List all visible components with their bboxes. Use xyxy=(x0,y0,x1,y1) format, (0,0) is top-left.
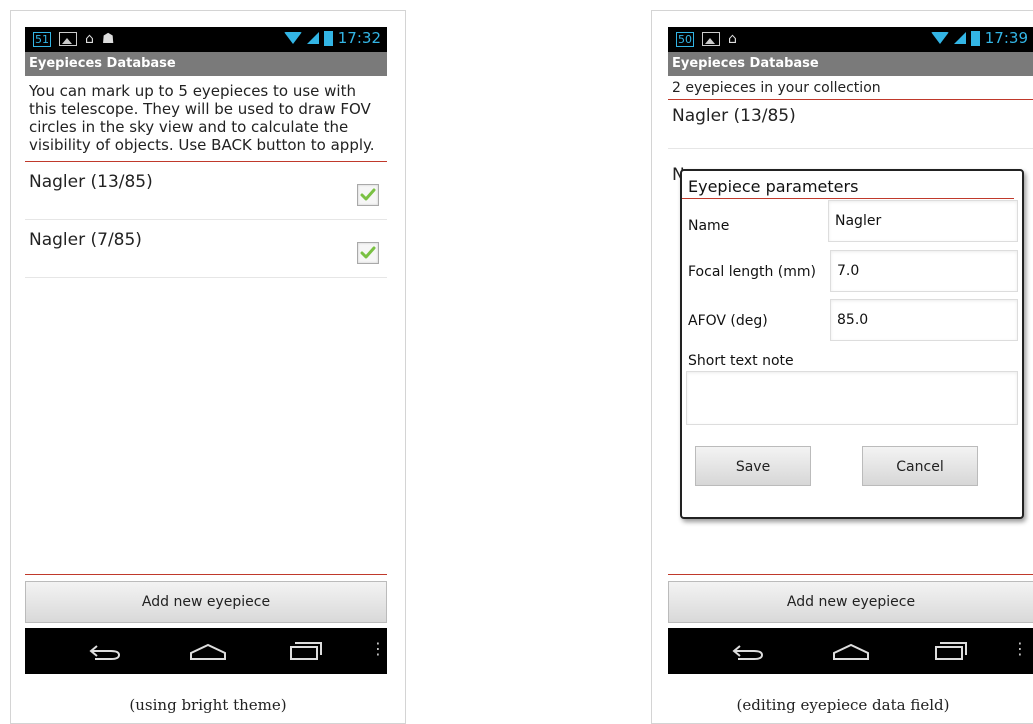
name-label: Name xyxy=(688,218,730,234)
notification-count: 51 xyxy=(33,31,51,47)
afov-field-row: AFOV (deg) 85.0 xyxy=(686,299,1018,343)
image-icon xyxy=(59,32,77,46)
android-icon: ☗ xyxy=(101,31,115,47)
navigation-bar: ⋮ xyxy=(25,628,387,674)
signal-icon xyxy=(306,32,319,44)
home-icon: ⌂ xyxy=(728,31,737,47)
cancel-button[interactable]: Cancel xyxy=(862,446,978,486)
save-button[interactable]: Save xyxy=(695,446,811,486)
status-bar: 50 ⌂ 17:39 xyxy=(668,27,1033,52)
back-icon[interactable] xyxy=(87,642,123,666)
navigation-bar: ⋮ xyxy=(668,628,1033,674)
wifi-icon xyxy=(930,32,949,44)
name-input[interactable]: Nagler xyxy=(828,200,1018,242)
recent-apps-icon[interactable] xyxy=(934,641,968,665)
add-eyepiece-button[interactable]: Add new eyepiece xyxy=(668,581,1033,623)
list-item[interactable]: Nagler (7/85) xyxy=(25,220,387,278)
caption: (editing eyepiece data field) xyxy=(736,696,950,714)
divider xyxy=(25,574,387,575)
home-nav-icon[interactable] xyxy=(189,643,227,665)
focal-length-input[interactable]: 7.0 xyxy=(830,250,1018,292)
eyepiece-label: Nagler (13/85) xyxy=(29,172,153,192)
eyepiece-label: Nagler (13/85) xyxy=(672,106,796,126)
home-nav-icon[interactable] xyxy=(832,643,870,665)
checkmark-icon xyxy=(360,188,376,201)
focal-length-label: Focal length (mm) xyxy=(688,264,817,280)
app-title: Eyepieces Database xyxy=(668,52,1033,76)
add-eyepiece-button[interactable]: Add new eyepiece xyxy=(25,581,387,623)
clock: 17:39 xyxy=(984,29,1028,47)
intro-text: You can mark up to 5 eyepieces to use wi… xyxy=(29,82,375,154)
checkmark-icon xyxy=(360,246,376,259)
collection-count: 2 eyepieces in your collection xyxy=(672,80,881,96)
home-icon: ⌂ xyxy=(85,31,94,47)
battery-icon xyxy=(323,30,333,46)
list-item[interactable]: Nagler (13/85) xyxy=(668,100,1033,149)
back-icon[interactable] xyxy=(730,642,766,666)
notification-count: 50 xyxy=(676,31,694,47)
clock: 17:32 xyxy=(337,29,381,47)
eyepiece-parameters-dialog: Eyepiece parameters Name Nagler Focal le… xyxy=(680,169,1024,519)
note-label: Short text note xyxy=(688,353,794,369)
divider xyxy=(668,574,1033,575)
phone-screen-bright: 51 ⌂ ☗ 17:32 Eyepieces Database You can … xyxy=(25,27,387,687)
image-icon xyxy=(702,32,720,46)
note-textarea[interactable] xyxy=(686,371,1018,425)
eyepiece-checkbox[interactable] xyxy=(357,242,379,264)
afov-label: AFOV (deg) xyxy=(688,313,768,329)
right-screenshot-panel: 50 ⌂ 17:39 Eyepieces Database 2 eyepiece… xyxy=(651,10,1033,724)
app-title: Eyepieces Database xyxy=(25,52,387,76)
afov-input[interactable]: 85.0 xyxy=(830,299,1018,341)
caption: (using bright theme) xyxy=(129,696,287,714)
eyepiece-checkbox[interactable] xyxy=(357,184,379,206)
menu-icon[interactable]: ⋮ xyxy=(370,639,386,658)
phone-screen-editing: 50 ⌂ 17:39 Eyepieces Database 2 eyepiece… xyxy=(668,27,1033,687)
recent-apps-icon[interactable] xyxy=(289,641,323,665)
dialog-title: Eyepiece parameters xyxy=(682,171,1014,199)
name-field-row: Name Nagler xyxy=(686,200,1018,244)
status-bar: 51 ⌂ ☗ 17:32 xyxy=(25,27,387,52)
list-item[interactable]: Nagler (13/85) xyxy=(25,162,387,220)
menu-icon[interactable]: ⋮ xyxy=(1012,639,1028,658)
battery-icon xyxy=(970,30,980,46)
wifi-icon xyxy=(283,32,302,44)
focal-length-field-row: Focal length (mm) 7.0 xyxy=(686,250,1018,294)
left-screenshot-panel: 51 ⌂ ☗ 17:32 Eyepieces Database You can … xyxy=(10,10,406,724)
signal-icon xyxy=(953,32,966,44)
eyepiece-label: Nagler (7/85) xyxy=(29,230,142,250)
